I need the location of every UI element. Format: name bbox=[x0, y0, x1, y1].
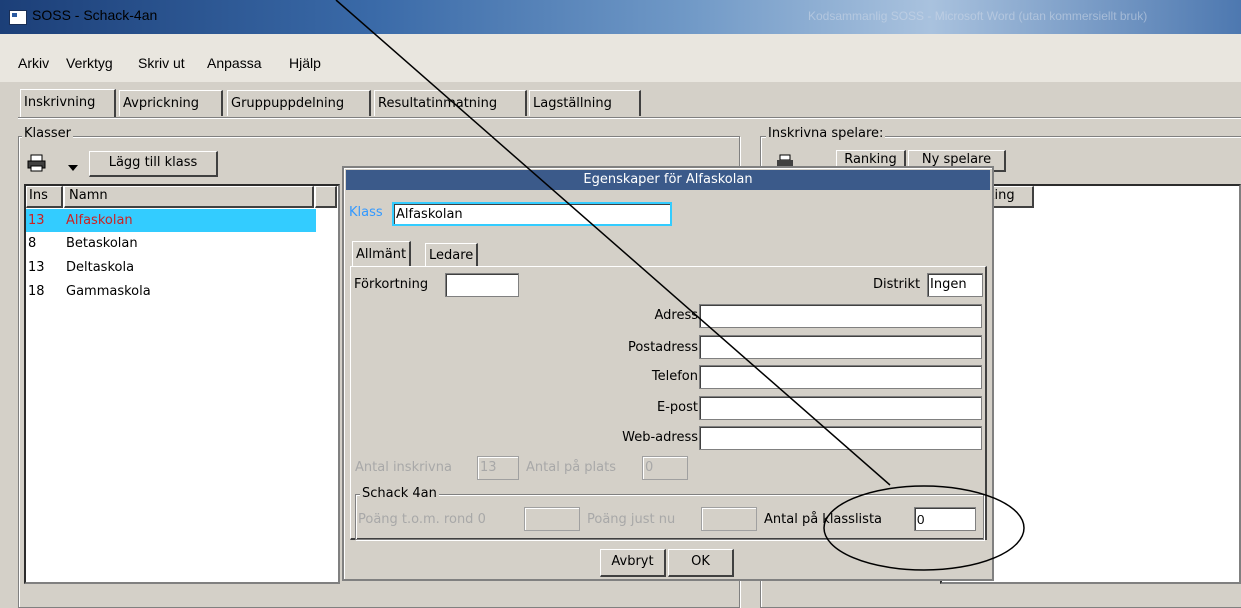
row-ins: 13 bbox=[28, 260, 45, 275]
row-name: Deltaskola bbox=[66, 260, 135, 275]
klass-input[interactable] bbox=[392, 202, 672, 226]
schack-group-label: Schack 4an bbox=[360, 486, 439, 501]
column-namn[interactable]: Namn bbox=[64, 186, 314, 208]
antal-inskrivna-label: Antal inskrivna bbox=[355, 460, 452, 475]
tab-avprickning[interactable]: Avprickning bbox=[119, 90, 223, 116]
epost-input[interactable] bbox=[699, 396, 982, 420]
list-item[interactable]: 13 Deltaskola bbox=[26, 256, 316, 279]
antal-pa-plats-field: 0 bbox=[642, 456, 688, 480]
dropdown-arrow-icon[interactable] bbox=[68, 160, 78, 175]
tab-allmant[interactable]: Allmänt bbox=[352, 241, 412, 267]
title-bar: SOSS - Schack-4an Kodsammanlig SOSS - Mi… bbox=[0, 0, 1241, 34]
antal-klasslista-input[interactable] bbox=[914, 507, 976, 531]
cancel-button[interactable]: Avbryt bbox=[600, 549, 666, 577]
row-ins: 13 bbox=[28, 213, 45, 228]
epost-label: E-post bbox=[657, 400, 698, 415]
list-scroll-button[interactable] bbox=[315, 186, 337, 208]
list-item[interactable]: 18 Gammaskola bbox=[26, 280, 316, 303]
menu-skriv-ut[interactable]: Skriv ut bbox=[138, 55, 185, 71]
postadress-label: Postadress bbox=[627, 340, 698, 355]
antal-klasslista-label: Antal på klasslista bbox=[764, 512, 883, 527]
menu-hjalp[interactable]: Hjälp bbox=[289, 55, 321, 71]
adress-input[interactable] bbox=[699, 304, 982, 328]
column-ins[interactable]: Ins bbox=[26, 186, 63, 208]
distrikt-select[interactable]: Ingen bbox=[927, 273, 983, 297]
menu-arkiv[interactable]: Arkiv bbox=[18, 55, 49, 71]
postadress-input[interactable] bbox=[699, 335, 982, 359]
tab-inskrivning[interactable]: Inskrivning bbox=[20, 89, 116, 117]
tab-resultatinmatning[interactable]: Resultatinmatning bbox=[374, 90, 527, 116]
poang-tom-field bbox=[524, 507, 580, 531]
antal-inskrivna-field: 13 bbox=[477, 456, 519, 480]
antal-pa-plats-label: Antal på plats bbox=[526, 460, 616, 475]
row-ins: 8 bbox=[28, 236, 37, 251]
klasser-group-label: Klasser bbox=[22, 126, 73, 141]
window-title: SOSS - Schack-4an bbox=[32, 7, 158, 23]
dialog-title: Egenskaper för Alfaskolan bbox=[346, 170, 990, 190]
tab-gruppuppdelning[interactable]: Gruppuppdelning bbox=[227, 90, 371, 116]
poang-just-field bbox=[701, 507, 757, 531]
row-name: Betaskolan bbox=[66, 236, 138, 251]
row-ins: 18 bbox=[28, 284, 45, 299]
tab-divider bbox=[18, 117, 1241, 119]
list-item[interactable]: 8 Betaskolan bbox=[26, 232, 316, 255]
players-group-label: Inskrivna spelare: bbox=[766, 126, 886, 141]
telefon-label: Telefon bbox=[651, 369, 698, 384]
web-adress-label: Web-adress bbox=[622, 430, 698, 445]
poang-just-label: Poäng just nu bbox=[587, 512, 676, 527]
adress-label: Adress bbox=[654, 308, 698, 323]
app-icon bbox=[9, 10, 27, 25]
poang-tom-label: Poäng t.o.m. rond 0 bbox=[358, 512, 486, 527]
menu-anpassa[interactable]: Anpassa bbox=[207, 55, 261, 71]
tab-lagstallning[interactable]: Lagställning bbox=[529, 90, 641, 116]
background-window-title: Kodsammanlig SOSS - Microsoft Word (utan… bbox=[808, 9, 1148, 23]
row-name: Alfaskolan bbox=[66, 213, 133, 228]
forkortning-input[interactable] bbox=[445, 273, 519, 297]
tab-ledare[interactable]: Ledare bbox=[425, 243, 479, 267]
klass-label: Klass bbox=[349, 205, 383, 220]
forkortning-label: Förkortning bbox=[354, 277, 429, 292]
add-class-button[interactable]: Lägg till klass bbox=[89, 151, 218, 177]
row-name: Gammaskola bbox=[66, 284, 151, 299]
web-adress-input[interactable] bbox=[699, 426, 982, 450]
printer-icon[interactable] bbox=[26, 154, 48, 172]
distrikt-label: Distrikt bbox=[873, 277, 921, 292]
menu-bar bbox=[0, 34, 1241, 82]
menu-verktyg[interactable]: Verktyg bbox=[66, 55, 113, 71]
list-item[interactable]: 13 Alfaskolan bbox=[26, 209, 316, 232]
ok-button[interactable]: OK bbox=[668, 549, 734, 577]
telefon-input[interactable] bbox=[699, 365, 982, 389]
